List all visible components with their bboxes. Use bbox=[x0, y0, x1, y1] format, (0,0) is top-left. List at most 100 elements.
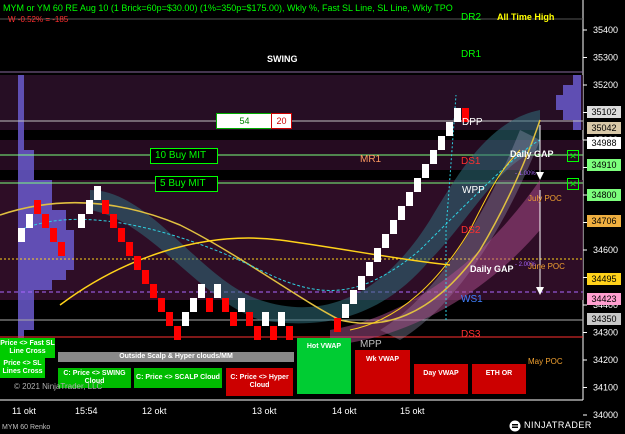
label-dr1: DR1 bbox=[461, 49, 482, 60]
price-tick-label: 34100 bbox=[593, 383, 618, 393]
renko-brick bbox=[158, 298, 165, 312]
renko-brick bbox=[238, 298, 245, 312]
price-sl-button[interactable]: Price <> SL Lines Cross bbox=[0, 358, 45, 378]
renko-brick bbox=[262, 312, 269, 326]
renko-brick bbox=[230, 312, 237, 326]
time-axis-label: 13 okt bbox=[252, 406, 277, 416]
hyper-cloud-button[interactable]: C: Price <> Hyper Cloud bbox=[226, 368, 293, 396]
weekly-change: W -0.52% = -185 bbox=[8, 15, 69, 24]
renko-brick bbox=[110, 214, 117, 228]
label-daily-gap-1: Daily GAP bbox=[510, 149, 554, 159]
renko-brick bbox=[278, 312, 285, 326]
price-tick-label: 34300 bbox=[593, 328, 618, 338]
time-axis-label: 11 okt bbox=[12, 406, 36, 416]
renko-brick bbox=[150, 284, 157, 298]
renko-brick bbox=[42, 214, 49, 228]
label-pct-1: - 1.00% bbox=[515, 171, 536, 177]
renko-brick bbox=[26, 214, 33, 228]
renko-brick bbox=[102, 200, 109, 214]
renko-brick bbox=[286, 326, 293, 340]
copyright: © 2021 NinjaTrader, LLC bbox=[14, 382, 103, 391]
price-tick-label: 35400 bbox=[593, 25, 618, 35]
renko-brick bbox=[454, 108, 461, 122]
renko-brick bbox=[198, 284, 205, 298]
price-marker-box: 34706 bbox=[587, 214, 621, 227]
renko-brick bbox=[342, 304, 349, 318]
label-all-time-high: All Time High bbox=[497, 12, 555, 22]
order-value-box[interactable]: 20 bbox=[271, 113, 292, 129]
price-marker-box: 34423 bbox=[587, 292, 621, 305]
renko-brick bbox=[134, 256, 141, 270]
renko-brick bbox=[86, 200, 93, 214]
price-tick-label: 34200 bbox=[593, 355, 618, 365]
label-swing: SWING bbox=[267, 54, 298, 64]
renko-brick bbox=[182, 312, 189, 326]
label-ds2: DS2 bbox=[461, 225, 481, 236]
buy-mit-order-5[interactable]: 5 Buy MIT bbox=[155, 176, 218, 192]
eth-or-button[interactable]: ETH OR bbox=[472, 364, 526, 394]
close-order-icon[interactable]: ✕ bbox=[567, 178, 579, 190]
price-marker-box: 34988 bbox=[587, 137, 621, 150]
ninjatrader-brand: NINJATRADER bbox=[524, 420, 592, 430]
label-july-poc: July POC bbox=[528, 194, 562, 203]
renko-brick bbox=[142, 270, 149, 284]
renko-brick bbox=[118, 228, 125, 242]
renko-brick bbox=[406, 192, 413, 206]
outside-scalp-button[interactable]: Outside Scalp & Hyper clouds/MM bbox=[58, 352, 294, 362]
renko-brick bbox=[166, 312, 173, 326]
renko-brick bbox=[78, 214, 85, 228]
price-tick-label: 34000 bbox=[593, 410, 618, 420]
renko-brick bbox=[334, 318, 341, 332]
renko-brick bbox=[206, 298, 213, 312]
price-fast-sl-button[interactable]: Price <> Fast SL Line Cross bbox=[0, 338, 55, 358]
scalp-cloud-button[interactable]: C: Price <> SCALP Cloud bbox=[134, 368, 222, 388]
label-mr1: MR1 bbox=[360, 154, 382, 165]
renko-brick bbox=[246, 312, 253, 326]
label-wpp: WPP bbox=[462, 185, 485, 196]
renko-brick bbox=[390, 220, 397, 234]
label-daily-gap-2: Daily GAP bbox=[470, 264, 514, 274]
order-quantity-box[interactable]: 54 bbox=[216, 113, 273, 129]
buy-mit-order-10[interactable]: 10 Buy MIT bbox=[150, 148, 218, 164]
renko-brick bbox=[270, 326, 277, 340]
renko-brick bbox=[50, 228, 57, 242]
label-mpp: MPP bbox=[360, 339, 382, 350]
renko-brick bbox=[438, 136, 445, 150]
time-axis-label: 15 okt bbox=[400, 406, 425, 416]
price-marker-box: 35042 bbox=[587, 122, 621, 135]
hot-vwap-button[interactable]: Hot VWAP bbox=[297, 338, 351, 394]
renko-brick bbox=[214, 284, 221, 298]
label-ds1: DS1 bbox=[461, 156, 481, 167]
instrument-label: MYM 60 Renko bbox=[2, 424, 51, 431]
label-may-poc: May POC bbox=[528, 357, 563, 366]
renko-brick bbox=[254, 326, 261, 340]
wk-vwap-button[interactable]: Wk VWAP bbox=[355, 350, 410, 394]
renko-brick bbox=[414, 178, 421, 192]
renko-brick bbox=[374, 248, 381, 262]
price-marker-box: 34910 bbox=[587, 158, 621, 171]
time-axis-label: 15:54 bbox=[75, 406, 98, 416]
renko-brick bbox=[222, 298, 229, 312]
label-june-poc: June POC bbox=[528, 262, 565, 271]
renko-brick bbox=[350, 290, 357, 304]
price-tick-label: 35200 bbox=[593, 80, 618, 90]
close-order-icon[interactable]: ✕ bbox=[567, 150, 579, 162]
renko-brick bbox=[190, 298, 197, 312]
chart-title: MYM or YM 60 RE Aug 10 (1 Brick=60p=$30.… bbox=[3, 3, 453, 13]
price-tick-label: 34600 bbox=[593, 245, 618, 255]
price-tick-label: 35300 bbox=[593, 53, 618, 63]
renko-brick bbox=[34, 200, 41, 214]
renko-brick bbox=[446, 122, 453, 136]
time-axis-label: 14 okt bbox=[332, 406, 357, 416]
price-marker-box: 34495 bbox=[587, 272, 621, 285]
label-ws1: WS1 bbox=[461, 294, 483, 305]
renko-brick bbox=[398, 206, 405, 220]
renko-brick bbox=[94, 186, 101, 200]
renko-brick bbox=[58, 242, 65, 256]
day-vwap-button[interactable]: Day VWAP bbox=[414, 364, 468, 394]
price-marker-box: 34800 bbox=[587, 189, 621, 201]
renko-brick bbox=[430, 150, 437, 164]
renko-brick bbox=[366, 262, 373, 276]
chart-window: 3540035300352003510035000349003480034700… bbox=[0, 0, 625, 434]
label-dpp: DPP bbox=[462, 117, 483, 128]
